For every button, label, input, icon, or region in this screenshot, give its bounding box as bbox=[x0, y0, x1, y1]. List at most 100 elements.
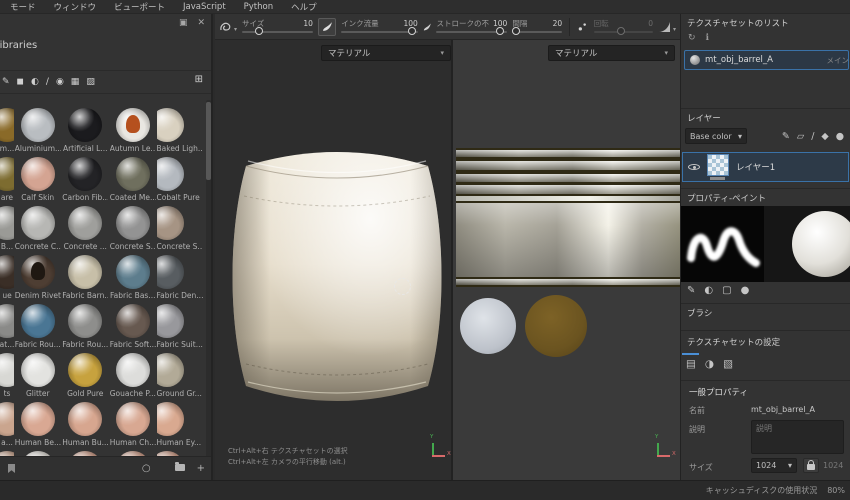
2d-view-mode-select[interactable]: マテリアル ▾ bbox=[548, 45, 675, 61]
library-material-item[interactable]: are bbox=[0, 157, 14, 206]
library-material-item[interactable]: Concrete C... bbox=[14, 206, 62, 255]
material-sphere-thumbnail[interactable] bbox=[20, 304, 55, 338]
brush-preset-button[interactable] bbox=[317, 17, 337, 36]
library-material-item[interactable]: at... bbox=[0, 304, 14, 353]
material-sphere-thumbnail[interactable] bbox=[115, 157, 150, 191]
library-material-item[interactable]: Human Be... bbox=[14, 402, 62, 451]
library-material-item[interactable]: Human Bu... bbox=[62, 402, 110, 451]
material-sphere-thumbnail[interactable] bbox=[20, 255, 55, 289]
library-material-item[interactable]: Concrete ... bbox=[62, 206, 110, 255]
stroke-opacity-track[interactable] bbox=[436, 27, 508, 36]
material-sphere-thumbnail[interactable] bbox=[156, 402, 185, 436]
library-material-item[interactable]: a... bbox=[0, 402, 14, 451]
library-material-item[interactable]: Coated Me... bbox=[109, 157, 157, 206]
material-sphere-thumbnail[interactable] bbox=[20, 206, 55, 240]
material-sphere-thumbnail[interactable] bbox=[0, 402, 14, 436]
menu-item[interactable]: Python bbox=[244, 2, 273, 12]
pattern-filter-icon[interactable]: ▦ bbox=[71, 77, 80, 87]
paint-tool-icon[interactable]: ✎ bbox=[782, 131, 790, 142]
spacing-slider[interactable]: 間隔 20 bbox=[512, 20, 563, 36]
library-material-item[interactable]: Concrete S... bbox=[109, 206, 157, 255]
falloff-curve-icon[interactable]: ▾ bbox=[658, 21, 676, 33]
sync-icon[interactable]: ↻ bbox=[688, 33, 696, 43]
material-sphere-thumbnail[interactable] bbox=[115, 304, 150, 338]
spacing-track[interactable] bbox=[512, 27, 563, 36]
settings-general-tab-icon[interactable]: ▤ bbox=[686, 358, 696, 370]
brush-section-title[interactable]: ブラシ bbox=[687, 307, 712, 319]
size-track[interactable] bbox=[242, 27, 313, 36]
material-sphere-thumbnail[interactable] bbox=[0, 157, 14, 191]
material-sphere-thumbnail[interactable] bbox=[20, 402, 55, 436]
material-sphere-thumbnail[interactable] bbox=[115, 108, 150, 142]
library-material-item[interactable]: Gouache P... bbox=[109, 353, 157, 402]
scatter-icon[interactable] bbox=[577, 21, 589, 33]
material-sphere-thumbnail[interactable] bbox=[68, 157, 103, 191]
material-sphere-thumbnail[interactable] bbox=[115, 353, 150, 387]
library-material-item[interactable]: Fabric Suit... bbox=[156, 304, 205, 353]
brush-filter-icon[interactable]: ✎ bbox=[2, 77, 10, 87]
material-sphere-thumbnail[interactable] bbox=[68, 255, 103, 289]
material-sphere-thumbnail[interactable] bbox=[0, 108, 14, 142]
settings-channels-tab-icon[interactable]: ◑ bbox=[705, 358, 714, 370]
material-sphere-thumbnail[interactable] bbox=[68, 353, 103, 387]
material-sphere-thumbnail[interactable] bbox=[20, 108, 55, 142]
material-sphere-thumbnail[interactable] bbox=[0, 304, 14, 338]
library-material-item[interactable]: Glitter bbox=[14, 353, 62, 402]
library-material-item[interactable]: Ground Gr... bbox=[156, 353, 205, 402]
close-panel-icon[interactable]: ✕ bbox=[197, 18, 205, 28]
library-material-item[interactable]: Fabric Soft... bbox=[109, 304, 157, 353]
menu-item[interactable]: ヘルプ bbox=[291, 1, 317, 13]
material-sphere-thumbnail[interactable] bbox=[115, 206, 150, 240]
material-sphere-thumbnail[interactable] bbox=[20, 353, 55, 387]
menu-item[interactable]: JavaScript bbox=[183, 2, 226, 12]
library-material-item[interactable]: ts bbox=[0, 353, 14, 402]
brush-size-slider[interactable]: サイズ 10 bbox=[242, 20, 313, 36]
3d-viewport-canvas[interactable]: マテリアル ▾ Ctrl+Alt+右 テクスチャセットの選択 Ctrl+Alt+… bbox=[215, 40, 451, 480]
library-material-item[interactable]: Gold Pure bbox=[62, 353, 110, 402]
flow-track[interactable] bbox=[341, 27, 418, 36]
shelf-flag-icon[interactable] bbox=[8, 464, 15, 473]
library-material-item[interactable]: B... bbox=[0, 206, 14, 255]
library-material-item[interactable]: Denim Rivet bbox=[14, 255, 62, 304]
material-sphere-thumbnail[interactable] bbox=[156, 304, 185, 338]
material-sphere-thumbnail[interactable] bbox=[156, 206, 185, 240]
texture-filter-icon[interactable]: ▨ bbox=[86, 77, 95, 87]
library-material-item[interactable]: Artificial L... bbox=[62, 108, 110, 157]
texture-set-item[interactable]: mt_obj_barrel_A メイン bbox=[684, 50, 849, 70]
stroke-opacity-knob[interactable] bbox=[496, 27, 505, 36]
library-material-item[interactable]: Fabric Bas... bbox=[109, 255, 157, 304]
size-select[interactable]: 1024 ▾ bbox=[751, 458, 797, 473]
library-material-item[interactable]: Human Ch... bbox=[109, 402, 157, 451]
menu-item[interactable]: モード bbox=[10, 1, 36, 13]
material-properties-icon[interactable]: ◐ bbox=[704, 285, 713, 296]
material-sphere-thumbnail[interactable] bbox=[0, 206, 14, 240]
library-material-item[interactable]: ue bbox=[0, 255, 14, 304]
library-material-item[interactable]: Fabric Rou... bbox=[14, 304, 62, 353]
library-material-item[interactable]: Calf Skin bbox=[14, 157, 62, 206]
library-material-item[interactable]: Fabric Barn... bbox=[62, 255, 110, 304]
material-sphere-thumbnail[interactable] bbox=[68, 402, 103, 436]
pencil-filter-icon[interactable]: ∕ bbox=[46, 77, 49, 87]
grid-view-icon[interactable]: ⊞ bbox=[195, 74, 203, 85]
3d-view-mode-select[interactable]: マテリアル ▾ bbox=[321, 45, 451, 61]
brush-tip-icon[interactable] bbox=[423, 22, 432, 32]
library-material-item[interactable]: Baked Ligh... bbox=[156, 108, 205, 157]
library-material-item[interactable]: Cobalt Pure bbox=[156, 157, 205, 206]
stroke-opacity-slider[interactable]: ストロークの不 100 bbox=[436, 20, 508, 36]
library-scrollbar[interactable] bbox=[206, 100, 211, 466]
material-sphere-thumbnail[interactable] bbox=[115, 402, 150, 436]
material-sphere-thumbnail[interactable] bbox=[0, 255, 14, 289]
layer-visibility-eye-icon[interactable] bbox=[688, 161, 700, 173]
brush-properties-icon[interactable]: ✎ bbox=[687, 285, 695, 296]
menu-item[interactable]: ウィンドウ bbox=[54, 1, 97, 13]
smart-material-filter-icon[interactable]: ◐ bbox=[31, 77, 39, 87]
scrollbar-thumb[interactable] bbox=[206, 102, 211, 180]
open-folder-icon[interactable] bbox=[163, 462, 185, 474]
material-sphere-thumbnail[interactable] bbox=[115, 255, 150, 289]
layer-thumbnail[interactable] bbox=[707, 154, 729, 176]
dock-panel-icon[interactable]: ▣ bbox=[179, 18, 188, 28]
size-lock-button[interactable] bbox=[803, 458, 819, 473]
material-sphere-thumbnail[interactable] bbox=[156, 157, 185, 191]
library-material-item[interactable]: Concrete S... bbox=[156, 206, 205, 255]
layer-row[interactable]: レイヤー1 bbox=[682, 152, 849, 182]
